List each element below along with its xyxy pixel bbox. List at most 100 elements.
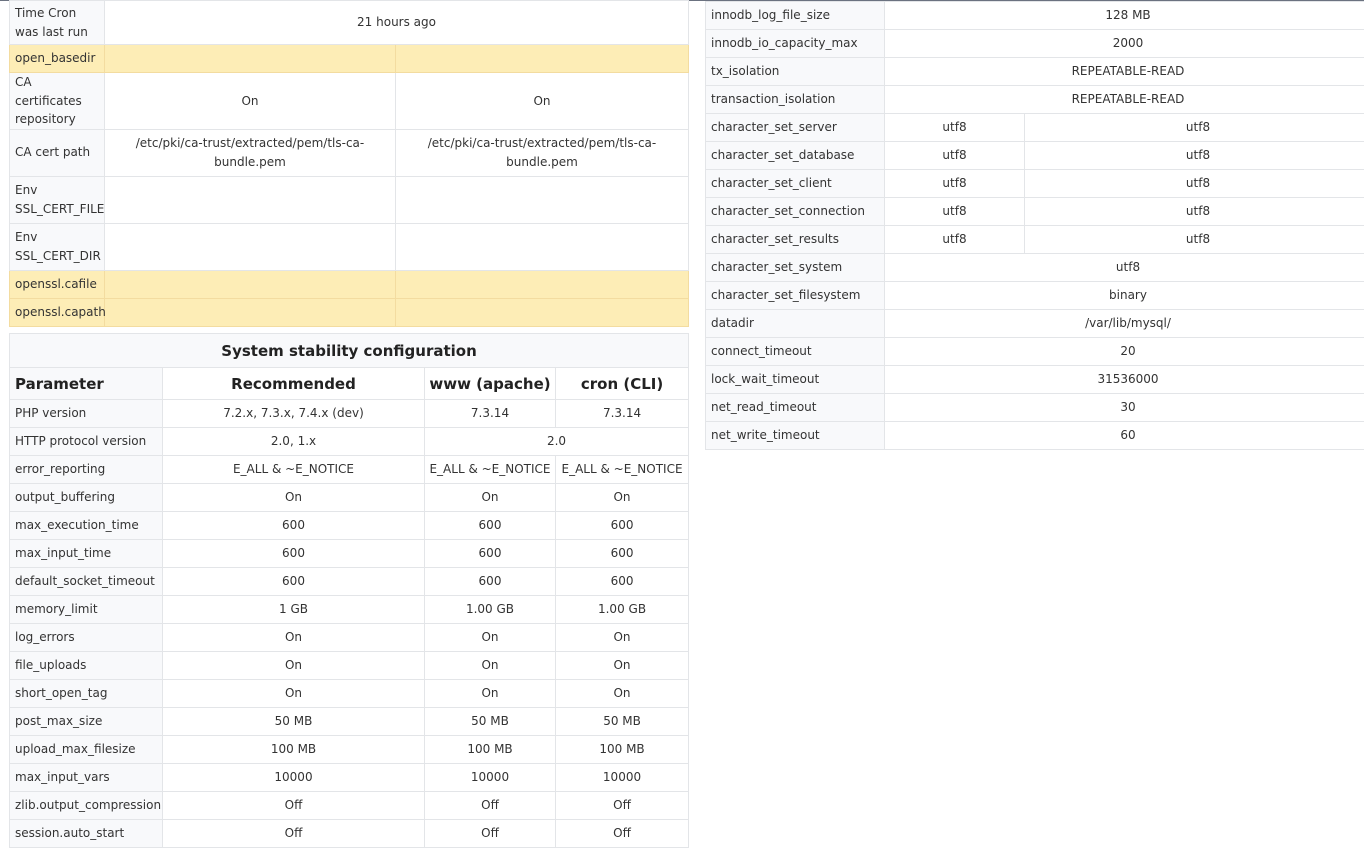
www-value: On	[425, 652, 556, 680]
param-name: upload_max_filesize	[10, 736, 163, 764]
param-name: zlib.output_compression	[10, 792, 163, 820]
www-value: 100 MB	[425, 736, 556, 764]
mysql-variable: innodb_io_capacity_max	[706, 30, 885, 58]
table-row: max_input_vars100001000010000	[10, 764, 689, 792]
mysql-value: utf8	[1025, 170, 1364, 198]
table-row: open_basedir	[10, 45, 689, 73]
table-row: net_read_timeout30	[706, 394, 1364, 422]
mysql-value: 128 MB	[885, 2, 1364, 30]
table-row: max_input_time600600600	[10, 540, 689, 568]
param-name: output_buffering	[10, 484, 163, 512]
recommended-value: 50 MB	[163, 708, 425, 736]
recommended-value: E_ALL & ~E_NOTICE	[163, 456, 425, 484]
mysql-settings-table: innodb_log_file_size128 MBinnodb_io_capa…	[705, 1, 1364, 450]
recommended-value: 10000	[163, 764, 425, 792]
www-value: 1.00 GB	[425, 596, 556, 624]
header-parameter: Parameter	[10, 368, 163, 400]
recommended-value: On	[163, 624, 425, 652]
mysql-variable: innodb_log_file_size	[706, 2, 885, 30]
www-value: Off	[425, 820, 556, 848]
row-value: On	[396, 73, 689, 130]
cron-value: Off	[556, 792, 689, 820]
mysql-variable: character_set_system	[706, 254, 885, 282]
mysql-variable: character_set_database	[706, 142, 885, 170]
table-row: innodb_log_file_size128 MB	[706, 2, 1364, 30]
recommended-value: On	[163, 652, 425, 680]
mysql-variable: tx_isolation	[706, 58, 885, 86]
table-row: openssl.capath	[10, 298, 689, 326]
table-row: net_write_timeout60	[706, 422, 1364, 450]
www-value: E_ALL & ~E_NOTICE	[425, 456, 556, 484]
cron-value: On	[556, 652, 689, 680]
mysql-value: utf8	[1025, 114, 1364, 142]
mysql-value: 20	[885, 338, 1364, 366]
recommended-value: 600	[163, 568, 425, 596]
recommended-value: On	[163, 680, 425, 708]
www-value: 600	[425, 568, 556, 596]
www-value: 50 MB	[425, 708, 556, 736]
param-name: PHP version	[10, 400, 163, 428]
recommended-value: 1 GB	[163, 596, 425, 624]
table-row: memory_limit1 GB1.00 GB1.00 GB	[10, 596, 689, 624]
table-row: session.auto_startOffOffOff	[10, 820, 689, 848]
mysql-variable: transaction_isolation	[706, 86, 885, 114]
www-value: On	[425, 624, 556, 652]
row-label: Env SSL_CERT_FILE	[10, 176, 105, 223]
recommended-value: 2.0, 1.x	[163, 428, 425, 456]
param-name: default_socket_timeout	[10, 568, 163, 596]
table-row: connect_timeout20	[706, 338, 1364, 366]
mysql-variable: net_read_timeout	[706, 394, 885, 422]
stability-title: System stability configuration	[10, 334, 689, 368]
www-value: On	[425, 680, 556, 708]
table-row: character_set_connectionutf8utf8	[706, 198, 1364, 226]
stability-config-table: System stability configuration Parameter…	[9, 333, 689, 848]
cron-value: 600	[556, 540, 689, 568]
www-value: 10000	[425, 764, 556, 792]
table-row: PHP version7.2.x, 7.3.x, 7.4.x (dev) 7.3.…	[10, 400, 689, 428]
row-value	[396, 223, 689, 270]
table-row: output_bufferingOnOnOn	[10, 484, 689, 512]
table-row: datadir/var/lib/mysql/	[706, 310, 1364, 338]
table-row: max_execution_time600600600	[10, 512, 689, 540]
table-row: default_socket_timeout600600600	[10, 568, 689, 596]
cron-value: E_ALL & ~E_NOTICE	[556, 456, 689, 484]
param-name: max_execution_time	[10, 512, 163, 540]
table-row: tx_isolationREPEATABLE-READ	[706, 58, 1364, 86]
mysql-variable: character_set_server	[706, 114, 885, 142]
mysql-value: REPEATABLE-READ	[885, 58, 1364, 86]
param-name: log_errors	[10, 624, 163, 652]
mysql-value: utf8	[885, 142, 1025, 170]
row-value	[105, 270, 396, 298]
recommended-value: 7.2.x, 7.3.x, 7.4.x (dev)	[163, 400, 425, 428]
param-name: max_input_time	[10, 540, 163, 568]
mysql-variable: net_write_timeout	[706, 422, 885, 450]
row-label: Time Cron was last run	[10, 1, 105, 45]
php-environment-table: Time Cron was last run21 hours agoopen_b…	[9, 0, 689, 327]
mysql-value: utf8	[885, 226, 1025, 254]
www-value: 600	[425, 540, 556, 568]
mysql-value: utf8	[885, 254, 1364, 282]
row-label: open_basedir	[10, 45, 105, 73]
header-cron: cron (CLI)	[556, 368, 689, 400]
param-name: short_open_tag	[10, 680, 163, 708]
header-recommended: Recommended	[163, 368, 425, 400]
table-row: transaction_isolationREPEATABLE-READ	[706, 86, 1364, 114]
cron-value: 10000	[556, 764, 689, 792]
recommended-value: 600	[163, 540, 425, 568]
table-row: character_set_resultsutf8utf8	[706, 226, 1364, 254]
row-value: /etc/pki/ca-trust/extracted/pem/tls-ca-b…	[396, 129, 689, 176]
www-value: Off	[425, 792, 556, 820]
row-value: On	[105, 73, 396, 130]
row-value	[105, 298, 396, 326]
cron-value: On	[556, 484, 689, 512]
mysql-value: /var/lib/mysql/	[885, 310, 1364, 338]
mysql-variable: lock_wait_timeout	[706, 366, 885, 394]
www-value: 2.0	[425, 428, 689, 456]
cron-value: 7.3.14	[556, 400, 689, 428]
row-value: 21 hours ago	[105, 1, 689, 45]
param-name: error_reporting	[10, 456, 163, 484]
table-row: lock_wait_timeout31536000	[706, 366, 1364, 394]
mysql-value: utf8	[885, 114, 1025, 142]
mysql-value: 60	[885, 422, 1364, 450]
recommended-value: Off	[163, 820, 425, 848]
